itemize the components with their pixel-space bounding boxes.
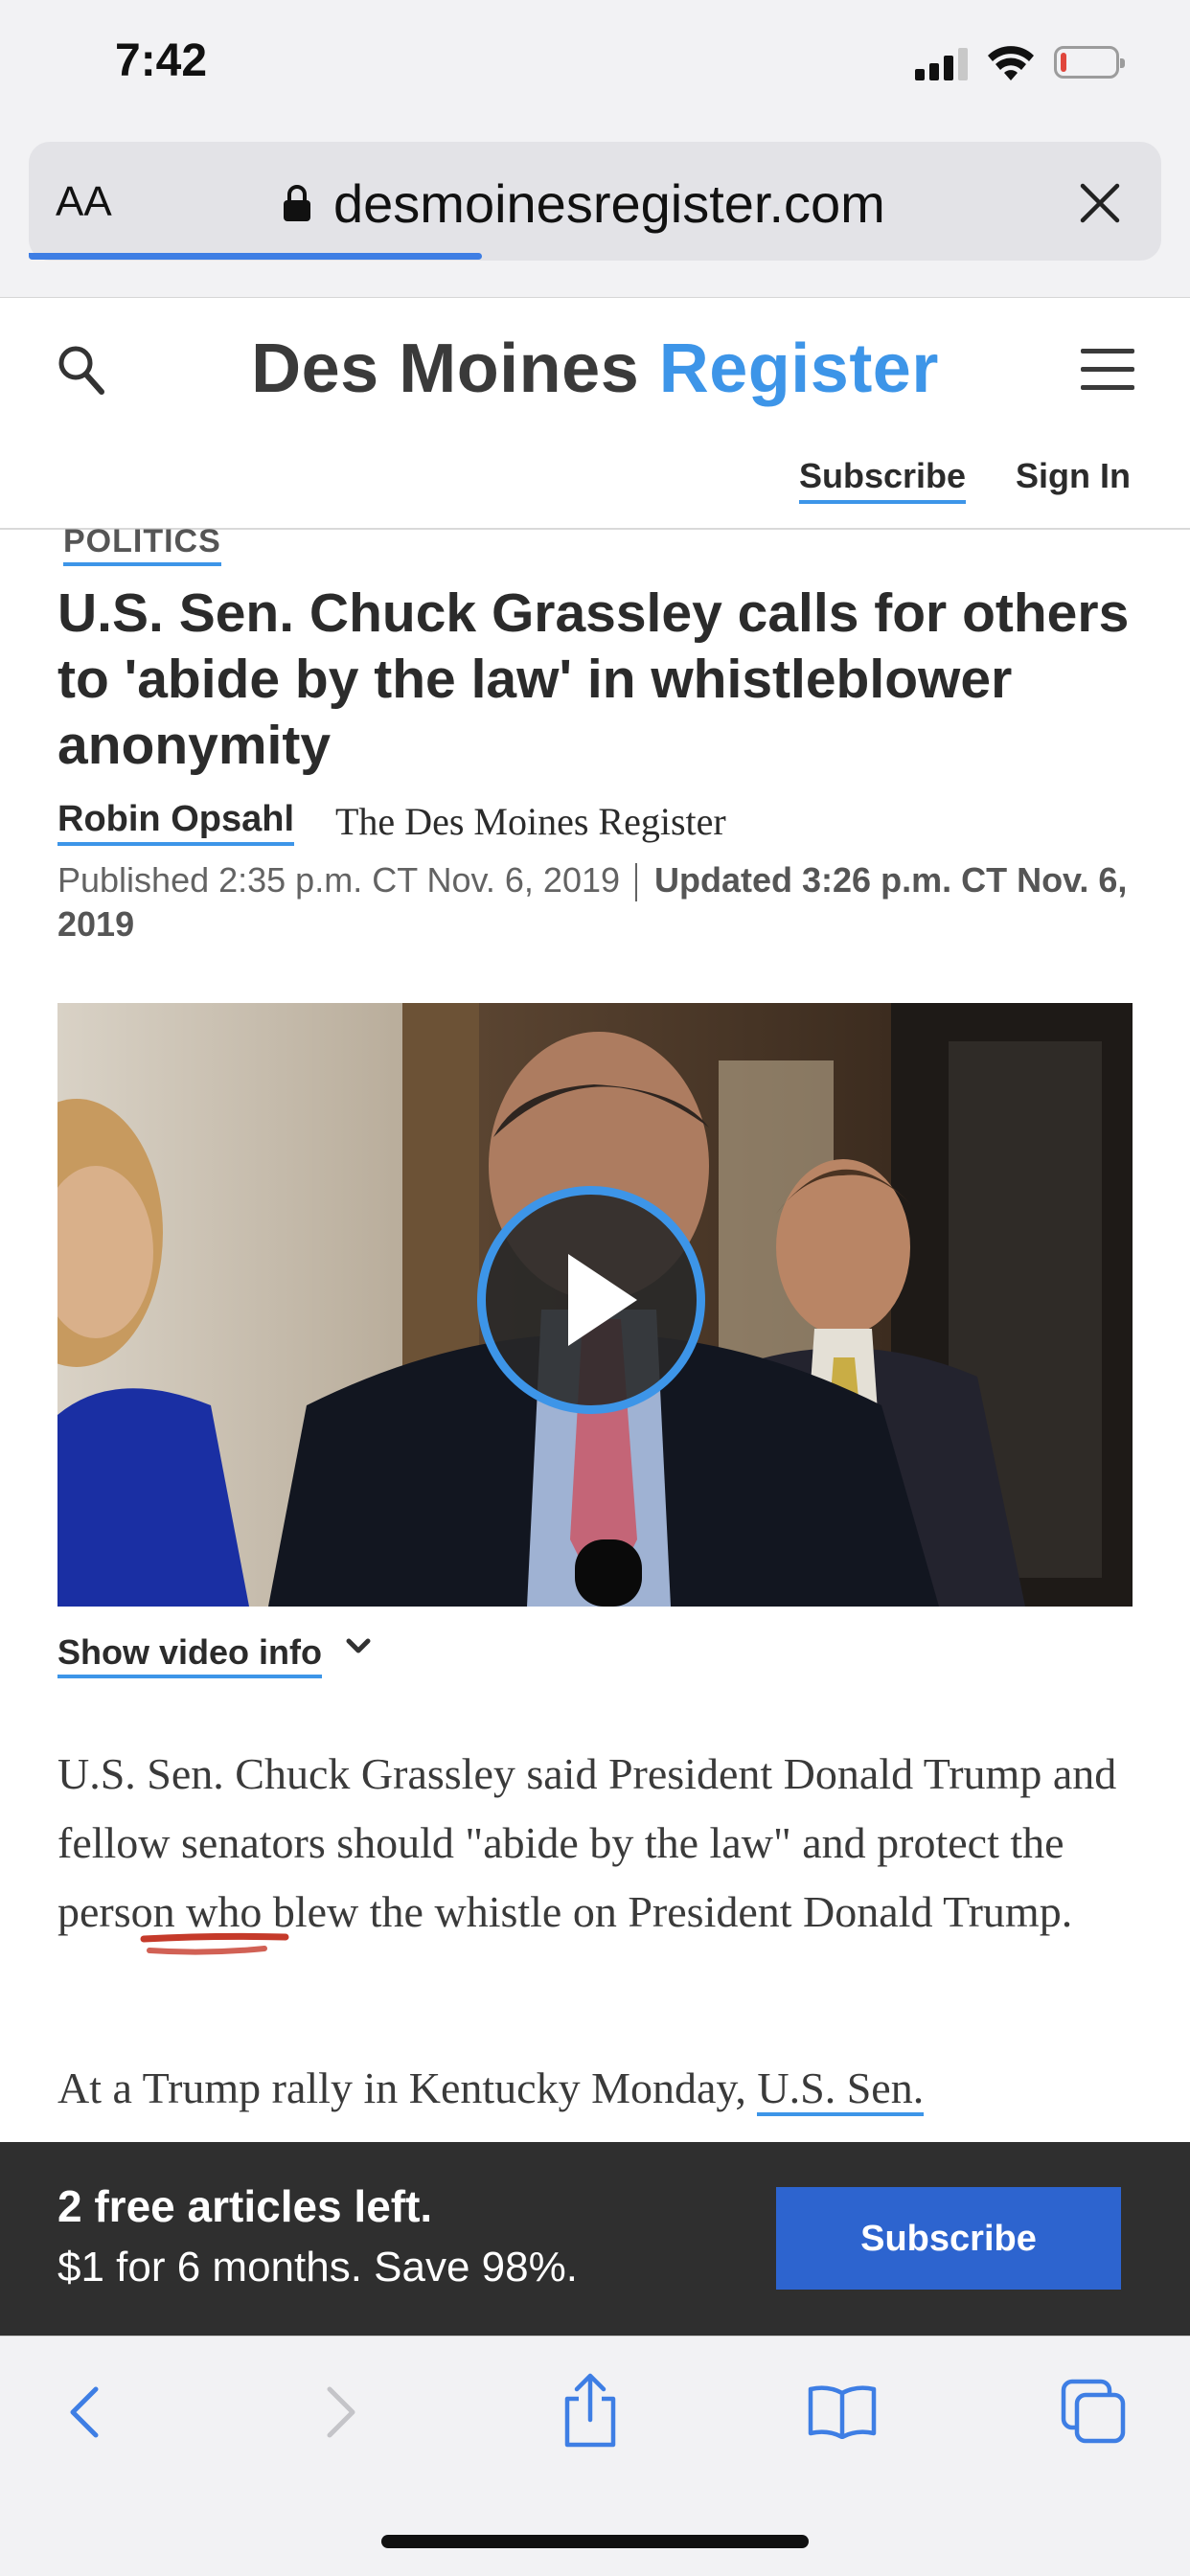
dateline: Published 2:35 p.m. CT Nov. 6, 2019 Updat… — [57, 858, 1140, 946]
inline-link[interactable]: U.S. Sen. — [757, 2063, 925, 2116]
bookmarks-icon[interactable] — [807, 2383, 878, 2439]
cell-signal-icon — [915, 48, 969, 80]
back-icon[interactable] — [65, 2383, 103, 2441]
share-icon[interactable] — [560, 2372, 621, 2449]
author-link[interactable]: Robin Opsahl — [57, 799, 294, 846]
tabs-icon[interactable] — [1060, 2378, 1127, 2445]
battery-icon — [1054, 46, 1125, 79]
page-load-progress — [29, 253, 482, 260]
paywall-subscribe-button[interactable]: Subscribe — [776, 2187, 1121, 2290]
url-text[interactable]: desmoinesregister.com — [333, 172, 885, 235]
status-time: 7:42 — [115, 35, 208, 86]
dateline-divider — [635, 863, 638, 902]
subscribe-link[interactable]: Subscribe — [799, 456, 967, 504]
site-logo[interactable]: Des Moines Register — [0, 330, 1190, 408]
hamburger-menu-icon[interactable] — [1081, 349, 1134, 391]
section-label[interactable]: POLITICS — [63, 523, 221, 566]
site-name-part1: Des Moines — [251, 331, 640, 407]
spellcheck-underline — [140, 1932, 289, 1955]
show-video-info-link[interactable]: Show video info — [57, 1632, 322, 1678]
home-indicator — [381, 2535, 809, 2548]
publication-name: The Des Moines Register — [335, 800, 726, 843]
article-paragraph: At a Trump rally in Kentucky Monday, U.S… — [57, 2054, 1150, 2123]
article-headline: U.S. Sen. Chuck Grassley calls for other… — [57, 582, 1130, 776]
text-size-button[interactable]: AA — [56, 178, 112, 226]
paywall-title: 2 free articles left. — [57, 2181, 433, 2231]
paragraph-text: At a Trump rally in Kentucky Monday, — [57, 2063, 758, 2112]
wifi-icon — [988, 46, 1034, 80]
article-paragraph: U.S. Sen. Chuck Grassley said President … — [57, 1749, 1117, 1936]
play-icon — [568, 1254, 637, 1346]
close-icon[interactable] — [1079, 182, 1121, 224]
play-button[interactable] — [477, 1186, 705, 1414]
site-name-part2: Register — [658, 331, 939, 407]
lock-icon — [284, 185, 310, 221]
text-size-label: AA — [56, 178, 112, 225]
forward-icon[interactable] — [322, 2383, 360, 2441]
sign-in-link[interactable]: Sign In — [1016, 456, 1131, 496]
chevron-down-icon[interactable] — [343, 1634, 374, 1659]
paywall-offer: $1 for 6 months. Save 98%. — [57, 2244, 578, 2291]
published-time: Published 2:35 p.m. CT Nov. 6, 2019 — [57, 860, 621, 900]
